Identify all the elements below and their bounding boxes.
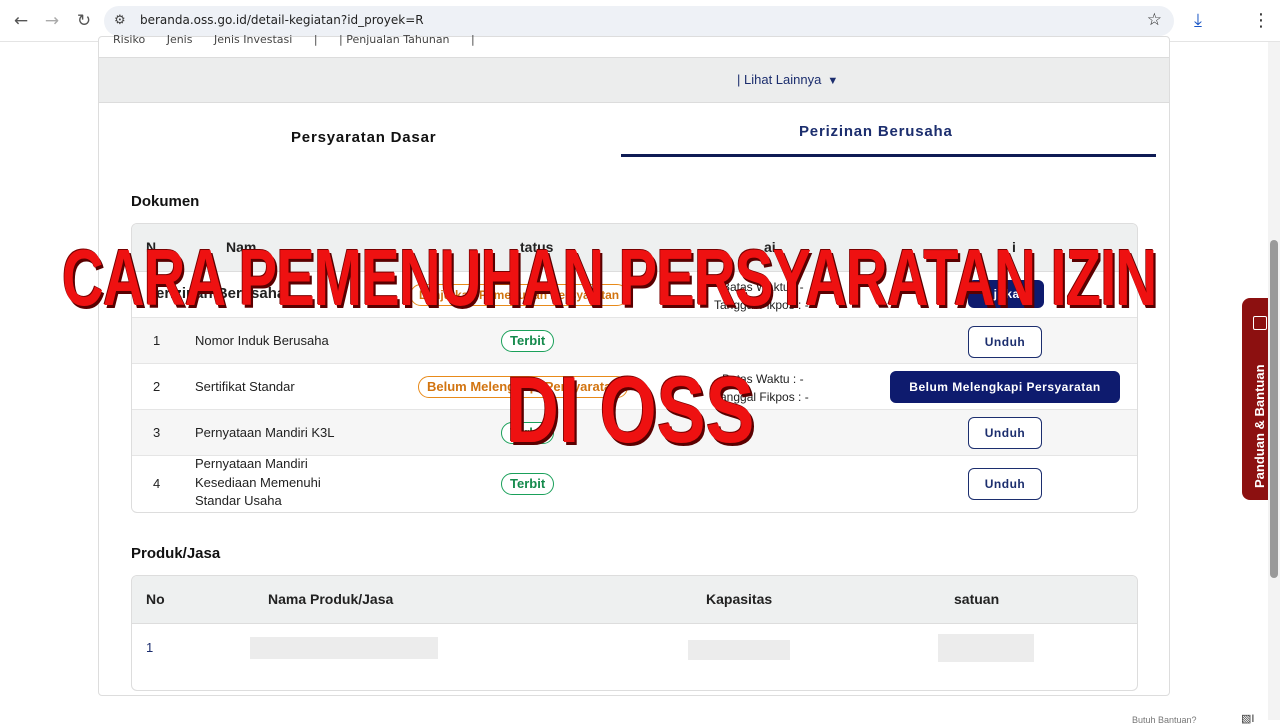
- unduh-button[interactable]: Unduh: [968, 326, 1042, 358]
- help-text[interactable]: Butuh Bantuan?: [1132, 715, 1197, 725]
- satuan-redacted: [938, 634, 1034, 662]
- th-kapasitas: Kapasitas: [706, 591, 773, 607]
- th-no: No: [146, 591, 165, 607]
- project-info-partial: Risiko Jenis Jenis Investasi | | Penjual…: [113, 33, 493, 46]
- produk-table: No Nama Produk/Jasa Kapasitas satuan 1: [131, 575, 1138, 691]
- info-risiko: Risiko: [113, 33, 146, 46]
- tab-persyaratan-dasar[interactable]: Persyaratan Dasar: [291, 129, 436, 146]
- dokumen-title: Dokumen: [131, 193, 200, 210]
- triangle-down-icon: ▼: [827, 75, 839, 87]
- row-no: 4: [153, 476, 161, 491]
- kapasitas-redacted: [688, 640, 790, 660]
- back-icon[interactable]: ←: [10, 10, 32, 32]
- page-scrollbar[interactable]: [1268, 42, 1280, 720]
- unduh-button[interactable]: Unduh: [968, 468, 1042, 500]
- row-no: 2: [153, 379, 161, 394]
- belum-melengkapi-button[interactable]: Belum Melengkapi Persyaratan: [890, 371, 1120, 403]
- info-sep: |: [313, 33, 318, 46]
- table-row: 4 Pernyataan Mandiri Kesediaan Memenuhi …: [132, 456, 1137, 512]
- th-nama-produk: Nama Produk/Jasa: [268, 591, 394, 607]
- row-no: 1: [153, 333, 161, 348]
- lihat-lainnya-link[interactable]: | Lihat Lainnya ▼: [737, 72, 838, 87]
- row-name: Nomor Induk Berusaha: [195, 333, 329, 348]
- tab-perizinan-berusaha[interactable]: Perizinan Berusaha: [799, 123, 953, 140]
- browser-menu-icon[interactable]: ⋮: [1252, 10, 1270, 31]
- th-satuan: satuan: [954, 591, 1000, 607]
- produk-table-header: No Nama Produk/Jasa Kapasitas satuan: [132, 576, 1137, 624]
- active-tab-indicator: [621, 154, 1156, 157]
- table-row: 1: [132, 624, 1137, 690]
- scrollbar-thumb[interactable]: [1270, 240, 1278, 578]
- row-name-line2: Kesediaan Memenuhi: [195, 475, 321, 490]
- url-text[interactable]: beranda.oss.go.id/detail-kegiatan?id_pro…: [140, 13, 424, 27]
- row-no: 1: [146, 640, 154, 655]
- address-bar[interactable]: ⚙ beranda.oss.go.id/detail-kegiatan?id_p…: [104, 6, 1174, 36]
- row-name: Sertifikat Standar: [195, 379, 295, 394]
- unduh-button[interactable]: Unduh: [968, 417, 1042, 449]
- overlay-title-line1: CARA PEMENUHAN PERSYARATAN IZIN: [62, 233, 1157, 322]
- bookmark-star-icon[interactable]: ☆: [1147, 10, 1162, 30]
- row-name-line3: Standar Usaha: [195, 493, 282, 508]
- panduan-bantuan-label: Panduan & Bantuan: [1252, 364, 1267, 488]
- produk-title: Produk/Jasa: [131, 545, 221, 562]
- nama-produk-redacted: [250, 637, 438, 659]
- download-icon[interactable]: ⤓: [1186, 10, 1210, 31]
- panel-icon: [1253, 316, 1267, 330]
- help-img-alt: I: [1251, 713, 1255, 725]
- forward-icon[interactable]: →: [41, 10, 63, 32]
- lihat-lainnya-label: Lihat Lainnya: [744, 72, 822, 87]
- row-name: Pernyataan Mandiri K3L: [195, 425, 335, 440]
- row-no: 3: [153, 425, 161, 440]
- help-image-icon[interactable]: ▧I: [1241, 712, 1254, 725]
- info-jenis: Jenis: [166, 33, 193, 46]
- info-penjualan: | Penjualan Tahunan: [339, 33, 450, 46]
- row-name-line1: Pernyataan Mandiri: [195, 456, 308, 471]
- info-investasi: Jenis Investasi: [213, 33, 293, 46]
- overlay-title-line2: DI OSS: [506, 357, 755, 462]
- status-badge: Terbit: [501, 330, 555, 352]
- more-info-band: | Lihat Lainnya ▼: [99, 57, 1169, 103]
- info-sep2: |: [471, 33, 475, 46]
- reload-icon[interactable]: ↻: [73, 10, 95, 32]
- site-info-icon[interactable]: ⚙: [114, 13, 126, 28]
- status-badge: Terbit: [501, 473, 555, 495]
